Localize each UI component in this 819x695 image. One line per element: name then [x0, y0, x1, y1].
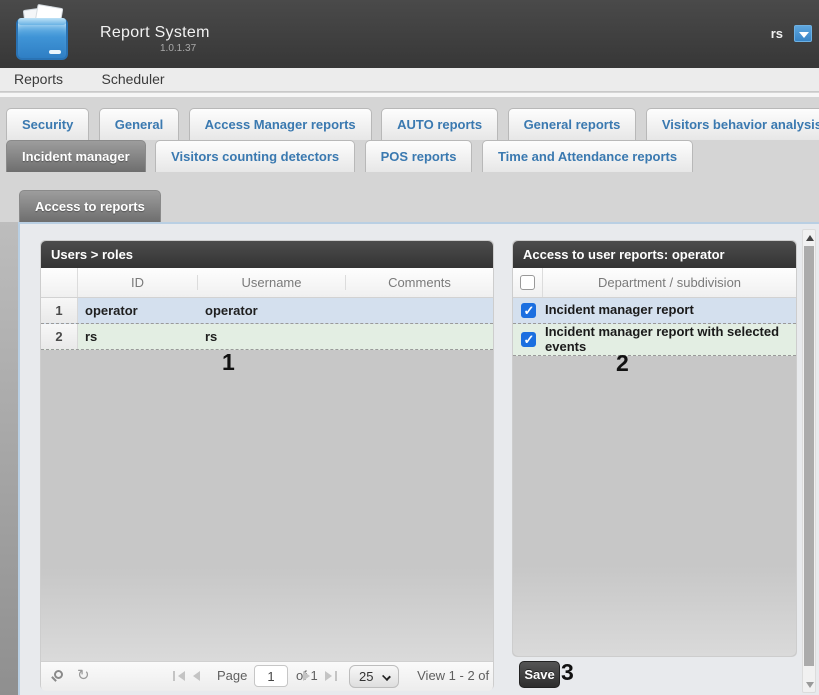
- annotation-2: 2: [616, 350, 629, 377]
- report-checkbox[interactable]: [521, 332, 536, 347]
- report-label: Incident manager report: [543, 300, 796, 321]
- page-size-select[interactable]: 25: [349, 665, 399, 688]
- save-button[interactable]: Save: [519, 661, 560, 688]
- prev-page-button[interactable]: [193, 671, 200, 681]
- chevron-down-icon: [799, 32, 809, 38]
- refresh-icon[interactable]: ↻: [77, 666, 90, 684]
- tab-time-and-attendance-reports[interactable]: Time and Attendance reports: [482, 140, 693, 172]
- next-page-button[interactable]: [303, 671, 310, 681]
- menu-item-reports[interactable]: Reports: [14, 68, 63, 87]
- tab-auto-reports[interactable]: AUTO reports: [381, 108, 498, 140]
- cell-username: operator: [198, 298, 346, 323]
- scroll-down-icon[interactable]: [806, 682, 814, 688]
- user-menu-button[interactable]: [794, 25, 812, 42]
- scroll-up-icon[interactable]: [806, 235, 814, 241]
- cell-username: rs: [198, 324, 346, 349]
- pager-bar: ↻ Page of 1 25 View 1 - 2 of 2: [41, 661, 493, 691]
- select-all-checkbox[interactable]: [520, 275, 535, 290]
- access-column-header: Department / subdivision: [513, 268, 796, 298]
- tab-row-1: Security General Access Manager reports …: [6, 108, 819, 140]
- first-page-button[interactable]: [173, 671, 185, 681]
- report-label: Incident manager report with selected ev…: [543, 322, 796, 358]
- list-item-incident-manager-report-selected-events[interactable]: Incident manager report with selected ev…: [513, 324, 796, 356]
- row-number: 2: [41, 324, 78, 349]
- access-reports-panel: Access to user reports: operator Departm…: [512, 240, 797, 657]
- tab-access-to-reports[interactable]: Access to reports: [19, 190, 161, 222]
- column-username[interactable]: Username: [198, 275, 346, 290]
- tab-visitors-counting-detectors[interactable]: Visitors counting detectors: [155, 140, 355, 172]
- tab-access-manager-reports[interactable]: Access Manager reports: [189, 108, 372, 140]
- cell-comments: [346, 298, 493, 323]
- chevron-down-icon: [382, 672, 391, 681]
- search-icon[interactable]: [54, 670, 63, 679]
- users-roles-title: Users > roles: [41, 241, 493, 268]
- tab-general-reports[interactable]: General reports: [508, 108, 637, 140]
- tab-pos-reports[interactable]: POS reports: [365, 140, 473, 172]
- annotation-1: 1: [222, 349, 235, 376]
- list-item-incident-manager-report[interactable]: Incident manager report: [513, 298, 796, 324]
- access-reports-title: Access to user reports: operator: [513, 241, 796, 268]
- current-user-label: rs: [771, 26, 783, 41]
- tab-incident-manager[interactable]: Incident manager: [6, 140, 146, 172]
- app-version: 1.0.1.37: [160, 43, 196, 54]
- access-grid-empty-area: [513, 356, 796, 656]
- tabs-zone: Security General Access Manager reports …: [0, 97, 819, 222]
- users-column-header: ID Username Comments: [41, 268, 493, 298]
- app-title: Report System: [100, 24, 210, 42]
- tab-row-2: Incident manager Visitors counting detec…: [6, 140, 698, 172]
- users-grid-empty-area: [41, 350, 493, 661]
- subtab-row: Access to reports: [19, 190, 161, 222]
- main-panel: Users > roles ID Username Comments 1 ope…: [18, 222, 819, 695]
- tab-general[interactable]: General: [99, 108, 179, 140]
- page-label: Page: [217, 668, 247, 683]
- view-range-label: View 1 - 2 of 2: [417, 668, 493, 683]
- row-number: 1: [41, 298, 78, 323]
- app-logo-icon: [14, 6, 74, 62]
- column-department[interactable]: Department / subdivision: [543, 275, 796, 290]
- cell-comments: [346, 324, 493, 349]
- column-id[interactable]: ID: [78, 275, 198, 290]
- menu-bar: Reports Scheduler: [0, 68, 819, 92]
- scrollbar-thumb[interactable]: [804, 246, 814, 666]
- table-row-rs[interactable]: 2 rs rs: [41, 324, 493, 350]
- app-header: Report System 1.0.1.37 rs: [0, 0, 819, 68]
- tab-security[interactable]: Security: [6, 108, 89, 140]
- last-page-button[interactable]: [325, 671, 337, 681]
- menu-item-scheduler[interactable]: Scheduler: [101, 68, 164, 87]
- page-number-input[interactable]: [254, 665, 288, 687]
- table-row-operator[interactable]: 1 operator operator: [41, 298, 493, 324]
- users-roles-panel: Users > roles ID Username Comments 1 ope…: [40, 240, 494, 690]
- cell-id: rs: [78, 324, 198, 349]
- cell-id: operator: [78, 298, 198, 323]
- vertical-scrollbar[interactable]: [802, 229, 816, 693]
- report-checkbox[interactable]: [521, 303, 536, 318]
- column-rownum[interactable]: [41, 268, 78, 297]
- page-size-value: 25: [359, 669, 373, 684]
- tab-visitors-behavior-analysis[interactable]: Visitors behavior analysis: [646, 108, 819, 140]
- column-comments[interactable]: Comments: [346, 275, 493, 290]
- annotation-3: 3: [561, 659, 574, 686]
- page-margin: [0, 222, 18, 695]
